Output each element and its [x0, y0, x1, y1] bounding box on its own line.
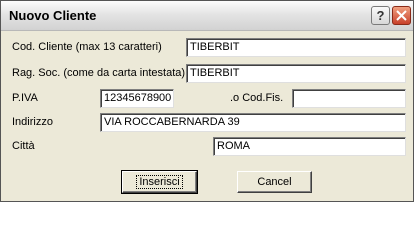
piva-field[interactable]: 12345678900 — [100, 89, 174, 108]
dialog-title: Nuovo Cliente — [9, 8, 97, 23]
citta-field[interactable]: ROMA — [213, 137, 406, 156]
help-button[interactable]: ? — [371, 6, 390, 25]
insert-button-label: Inserisci — [136, 175, 183, 189]
cancel-button[interactable]: Cancel — [237, 171, 312, 193]
cod-fis-label: .o Cod.Fis. — [230, 92, 284, 104]
insert-button[interactable]: Inserisci — [121, 170, 198, 194]
cod-fis-field[interactable] — [292, 89, 406, 108]
dialog-window: Nuovo Cliente ? Cod. Cliente (max 13 car… — [0, 0, 414, 202]
close-button[interactable] — [392, 6, 411, 25]
indirizzo-field[interactable]: VIA ROCCABERNARDA 39 — [100, 113, 406, 132]
title-bar[interactable]: Nuovo Cliente ? — [1, 1, 413, 31]
close-icon — [396, 10, 407, 21]
piva-label: P.IVA — [12, 92, 38, 104]
citta-label: Città — [12, 140, 35, 152]
indirizzo-label: Indirizzo — [12, 116, 53, 128]
rag-soc-field[interactable]: TIBERBIT — [186, 64, 406, 83]
cod-cliente-field[interactable]: TIBERBIT — [186, 38, 406, 57]
rag-soc-label: Rag. Soc. (come da carta intestata) — [12, 67, 186, 79]
cod-cliente-label: Cod. Cliente (max 13 caratteri) — [12, 41, 162, 53]
